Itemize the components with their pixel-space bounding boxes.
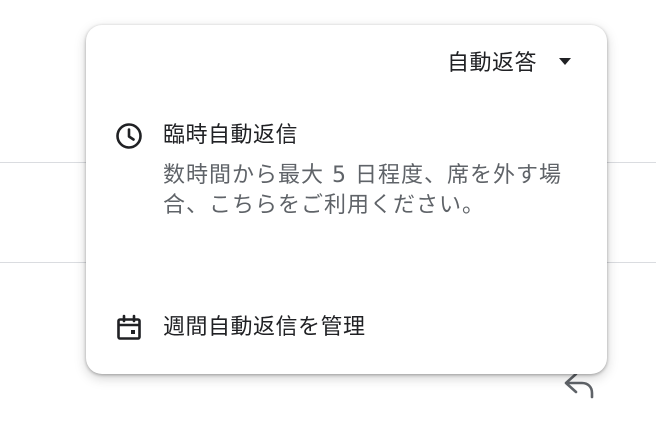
calendar-icon [117, 314, 141, 340]
menu-title: 自動返答 [446, 51, 537, 76]
auto-reply-menu: 自動返答 臨時自動返信 数時間から最大 5 日程度、席を外す場合、こちらをご利用… [86, 25, 607, 374]
chevron-down-icon [559, 57, 571, 65]
clock-icon [116, 123, 142, 149]
option-description: 数時間から最大 5 日程度、席を外す場合、こちらをご利用ください。 [163, 163, 562, 218]
temporary-auto-reply-option[interactable]: 臨時自動返信 数時間から最大 5 日程度、席を外す場合、こちらをご利用ください。 [114, 121, 579, 221]
reply-icon[interactable] [562, 370, 596, 400]
auto-reply-dropdown-toggle[interactable]: 自動返答 [447, 41, 571, 81]
screen: 自動返答 臨時自動返信 数時間から最大 5 日程度、席を外す場合、こちらをご利用… [0, 0, 656, 426]
option-title: 週間自動返信を管理 [163, 315, 366, 340]
manage-weekly-auto-reply-option[interactable]: 週間自動返信を管理 [114, 313, 579, 343]
option-title: 臨時自動返信 [163, 123, 299, 148]
